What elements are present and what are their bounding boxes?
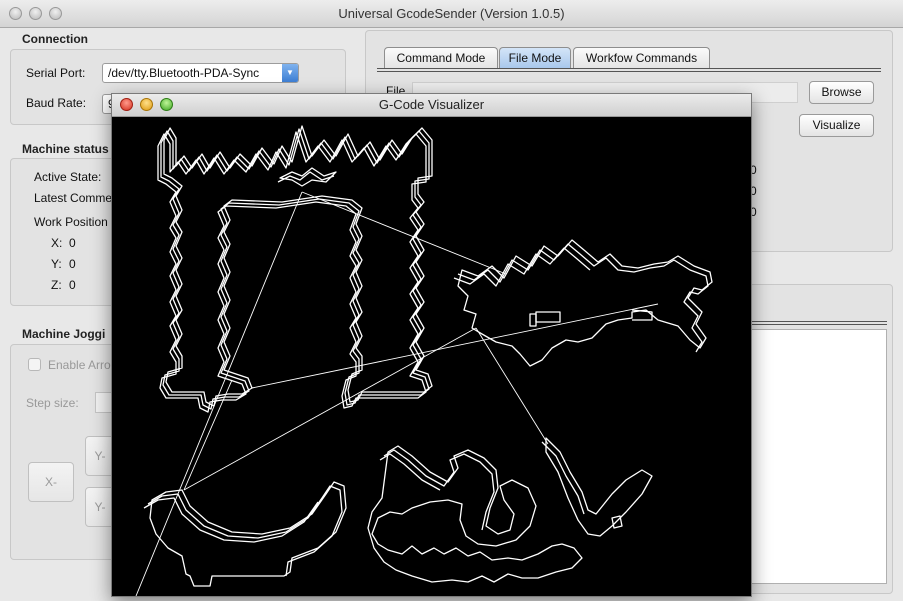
tab-command-mode[interactable]: Command Mode bbox=[384, 47, 498, 68]
window-title: Universal GcodeSender (Version 1.0.5) bbox=[338, 6, 565, 21]
main-title-bar: Universal GcodeSender (Version 1.0.5) bbox=[0, 0, 903, 28]
latest-comment-label: Latest Comme bbox=[34, 191, 113, 205]
alligator-toolpath bbox=[367, 437, 653, 583]
console-output[interactable] bbox=[742, 329, 887, 584]
tab-file-mode[interactable]: File Mode bbox=[499, 47, 571, 68]
x-label: X: bbox=[51, 236, 63, 250]
serial-port-label: Serial Port: bbox=[26, 66, 86, 80]
lower-left-toolpath bbox=[143, 481, 347, 587]
tab-divider bbox=[377, 68, 881, 69]
x-value: 0 bbox=[69, 236, 76, 250]
enable-arrow-label: Enable Arro bbox=[48, 358, 111, 372]
z-label: Z: bbox=[51, 278, 62, 292]
tab-workflow-commands[interactable]: Workfow Commands bbox=[573, 47, 710, 68]
connection-legend: Connection bbox=[22, 32, 88, 46]
enable-arrow-checkbox[interactable] bbox=[28, 358, 41, 371]
step-size-label: Step size: bbox=[26, 396, 79, 410]
visualizer-title-bar[interactable]: G-Code Visualizer bbox=[112, 94, 751, 117]
y-value: 0 bbox=[69, 257, 76, 271]
baud-rate-label: Baud Rate: bbox=[26, 96, 87, 110]
tab-divider-2 bbox=[377, 71, 881, 72]
serial-port-value: /dev/tty.Bluetooth-PDA-Sync bbox=[108, 66, 260, 80]
toolpath-canvas[interactable] bbox=[112, 116, 751, 596]
dragon-head-toolpath bbox=[453, 239, 713, 367]
machine-jogging-legend: Machine Joggi bbox=[22, 327, 106, 341]
active-state-label: Active State: bbox=[34, 170, 102, 184]
console-divider bbox=[742, 321, 887, 322]
visualizer-title: G-Code Visualizer bbox=[378, 97, 485, 112]
gcode-visualizer-window: G-Code Visualizer bbox=[111, 93, 752, 597]
serial-port-combo[interactable]: /dev/tty.Bluetooth-PDA-Sync ▼ bbox=[102, 63, 299, 83]
visualize-button[interactable]: Visualize bbox=[799, 114, 874, 137]
console-divider-2 bbox=[742, 324, 887, 325]
y-label: Y: bbox=[51, 257, 62, 271]
browse-button[interactable]: Browse bbox=[809, 81, 874, 104]
dropdown-arrow-icon: ▼ bbox=[282, 64, 298, 82]
work-position-label: Work Position bbox=[34, 215, 108, 229]
machine-status-legend: Machine status bbox=[22, 142, 109, 156]
castle-toolpath bbox=[157, 125, 433, 413]
x-minus-button[interactable]: X- bbox=[28, 462, 74, 502]
z-value: 0 bbox=[69, 278, 76, 292]
